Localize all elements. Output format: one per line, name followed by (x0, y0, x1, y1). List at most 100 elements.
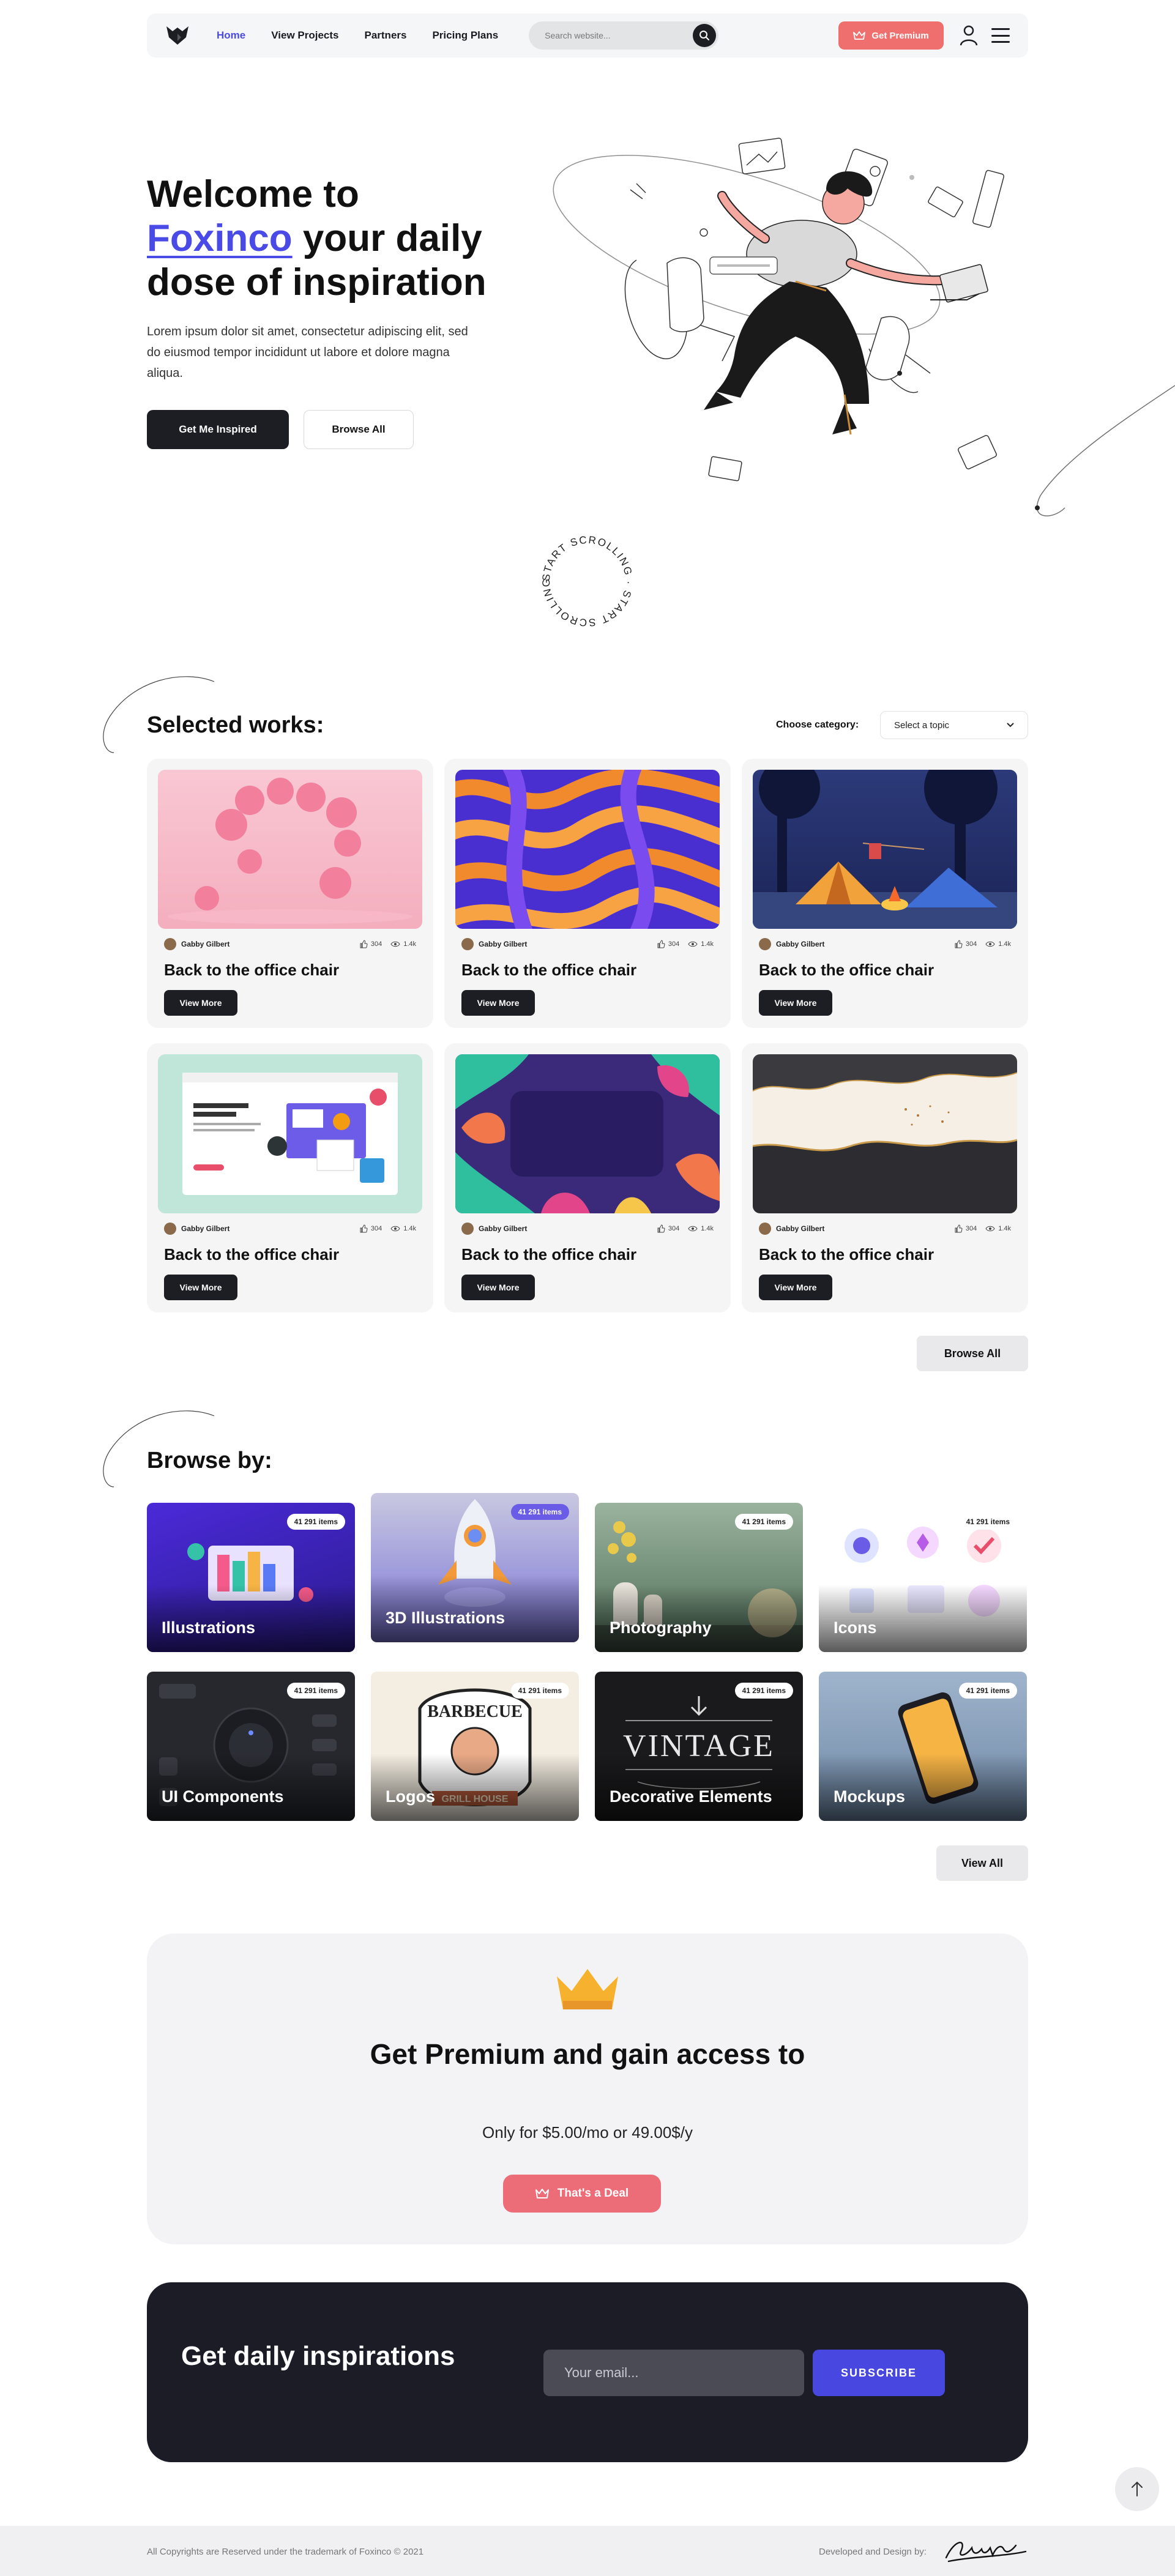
newsletter-title: Get daily inspirations (181, 2341, 455, 2371)
category-tile-logos[interactable]: BARBECUEGRILL HOUSE 41 291 items Logos (371, 1672, 579, 1821)
developed-by-text: Developed and Design by: (819, 2547, 927, 2557)
hero-illustration (553, 138, 1175, 516)
nav-link-home[interactable]: Home (217, 29, 245, 42)
work-title[interactable]: Back to the office chair (461, 961, 636, 980)
search-input[interactable] (545, 31, 686, 40)
avatar[interactable] (759, 1223, 771, 1235)
category-select[interactable]: Select a topic (880, 711, 1028, 739)
author-name[interactable]: Gabby Gilbert (776, 1224, 824, 1233)
thumbs-up-icon (657, 1224, 665, 1233)
nav-link-view-projects[interactable]: View Projects (271, 29, 338, 42)
category-tile-photography[interactable]: 41 291 items Photography (595, 1503, 803, 1652)
thumbs-up-icon (360, 940, 368, 948)
browse-all-hero-button[interactable]: Browse All (304, 410, 414, 449)
search-icon (699, 31, 710, 40)
work-title[interactable]: Back to the office chair (164, 961, 339, 980)
thats-a-deal-button[interactable]: That's a Deal (503, 2175, 661, 2213)
view-more-button[interactable]: View More (164, 1275, 237, 1300)
thumbs-up-icon (955, 1224, 963, 1233)
start-scrolling-text: START SCROLLING · START SCROLLING · (539, 532, 633, 628)
svg-text:START SCROLLING · START SCROLL: START SCROLLING · START SCROLLING · (539, 532, 635, 628)
work-meta: Gabby Gilbert 304 1.4k (461, 1222, 714, 1235)
get-premium-label: Get Premium (871, 30, 929, 41)
work-thumbnail-camping-night[interactable] (753, 770, 1017, 929)
views-count: 1.4k (998, 940, 1011, 948)
avatar[interactable] (461, 938, 474, 950)
work-thumbnail-tropical-leaves[interactable] (455, 1054, 720, 1213)
category-tile-3d-illustrations[interactable]: 41 291 items 3D Illustrations (371, 1493, 579, 1642)
browse-by-title: Browse by: (147, 1448, 272, 1473)
view-more-button[interactable]: View More (461, 990, 535, 1016)
work-title[interactable]: Back to the office chair (164, 1245, 339, 1264)
work-thumbnail-content-management[interactable] (158, 1054, 422, 1213)
category-tile-ui-components[interactable]: 41 291 items UI Components (147, 1672, 355, 1821)
author-name[interactable]: Gabby Gilbert (181, 1224, 229, 1233)
category-tile-mockups[interactable]: 41 291 items Mockups (819, 1672, 1027, 1821)
nav-link-partners[interactable]: Partners (364, 29, 406, 42)
work-title[interactable]: Back to the office chair (759, 961, 934, 980)
svg-text:BARBECUE: BARBECUE (427, 1702, 523, 1721)
work-card[interactable]: Gabby Gilbert 304 1.4k Back to the office … (444, 759, 731, 1028)
category-tile-illustrations[interactable]: 41 291 items Illustrations (147, 1503, 355, 1652)
work-meta: Gabby Gilbert 304 1.4k (759, 1222, 1011, 1235)
category-name: Decorative Elements (610, 1787, 772, 1806)
avatar[interactable] (759, 938, 771, 950)
view-more-button[interactable]: View More (759, 1275, 832, 1300)
work-thumbnail-abstract-waves[interactable] (455, 770, 720, 929)
search-button[interactable] (693, 24, 717, 47)
foxinco-logo[interactable] (165, 25, 190, 46)
nav-link-pricing-plans[interactable]: Pricing Plans (432, 29, 498, 42)
get-premium-button[interactable]: Get Premium (838, 21, 944, 50)
avatar[interactable] (164, 1223, 176, 1235)
user-icon[interactable] (960, 25, 978, 46)
work-card[interactable]: Gabby Gilbert 304 1.4k Back to the office … (444, 1043, 731, 1312)
thumbs-up-icon (657, 940, 665, 948)
author-name[interactable]: Gabby Gilbert (776, 940, 824, 948)
view-more-button[interactable]: View More (461, 1275, 535, 1300)
crown-icon (853, 31, 866, 40)
category-name: Mockups (834, 1787, 906, 1806)
eye-icon (390, 941, 400, 947)
work-card[interactable]: Gabby Gilbert 304 1.4k Back to the office … (147, 1043, 433, 1312)
subscribe-button[interactable]: SUBSCRIBE (813, 2350, 945, 2396)
view-more-button[interactable]: View More (164, 990, 237, 1016)
author-name[interactable]: Gabby Gilbert (479, 940, 527, 948)
work-meta: Gabby Gilbert 304 1.4k (164, 1222, 416, 1235)
view-more-button[interactable]: View More (759, 990, 832, 1016)
choose-category-label: Choose category: (776, 720, 859, 730)
author-name[interactable]: Gabby Gilbert (479, 1224, 527, 1233)
back-to-top-button[interactable] (1115, 2467, 1159, 2511)
work-thumbnail-pink-balloons[interactable] (158, 770, 422, 929)
category-tile-decorative-elements[interactable]: VINTAGE 41 291 items Decorative Elements (595, 1672, 803, 1821)
category-name: Illustrations (162, 1618, 256, 1637)
start-scrolling-badge[interactable]: START SCROLLING · START SCROLLING · (539, 532, 636, 630)
work-card[interactable]: Gabby Gilbert 304 1.4k Back to the office … (742, 759, 1028, 1028)
category-name: Icons (834, 1618, 877, 1637)
work-card[interactable]: Gabby Gilbert 304 1.4k Back to the office … (742, 1043, 1028, 1312)
avatar[interactable] (461, 1223, 474, 1235)
brand-name[interactable]: Foxinco (147, 217, 293, 259)
browse-all-works-button[interactable]: Browse All (917, 1336, 1028, 1371)
chevron-down-icon (1007, 723, 1014, 728)
items-count-badge: 41 291 items (958, 1514, 1017, 1530)
likes-count: 304 (370, 1225, 382, 1232)
email-field[interactable] (543, 2350, 804, 2396)
category-tile-icons[interactable]: 41 291 items Icons (819, 1503, 1027, 1652)
category-name: UI Components (162, 1787, 284, 1806)
views-count: 1.4k (701, 940, 714, 948)
avatar[interactable] (164, 938, 176, 950)
work-card[interactable]: Gabby Gilbert 304 1.4k Back to the office … (147, 759, 433, 1028)
work-title[interactable]: Back to the office chair (461, 1245, 636, 1264)
get-me-inspired-button[interactable]: Get Me Inspired (147, 410, 289, 449)
hamburger-menu-icon[interactable] (991, 28, 1010, 43)
work-title[interactable]: Back to the office chair (759, 1245, 934, 1264)
designer-signature[interactable] (942, 2533, 1028, 2565)
eye-icon (985, 1226, 995, 1232)
views-count: 1.4k (403, 1225, 416, 1232)
items-count-badge: 41 291 items (734, 1514, 793, 1530)
view-all-button[interactable]: View All (936, 1845, 1028, 1881)
work-thumbnail-black-gold-ink[interactable] (753, 1054, 1017, 1213)
hero-title-line2-rest: your daily (292, 217, 482, 259)
author-name[interactable]: Gabby Gilbert (181, 940, 229, 948)
items-count-badge: 41 291 items (286, 1683, 345, 1699)
